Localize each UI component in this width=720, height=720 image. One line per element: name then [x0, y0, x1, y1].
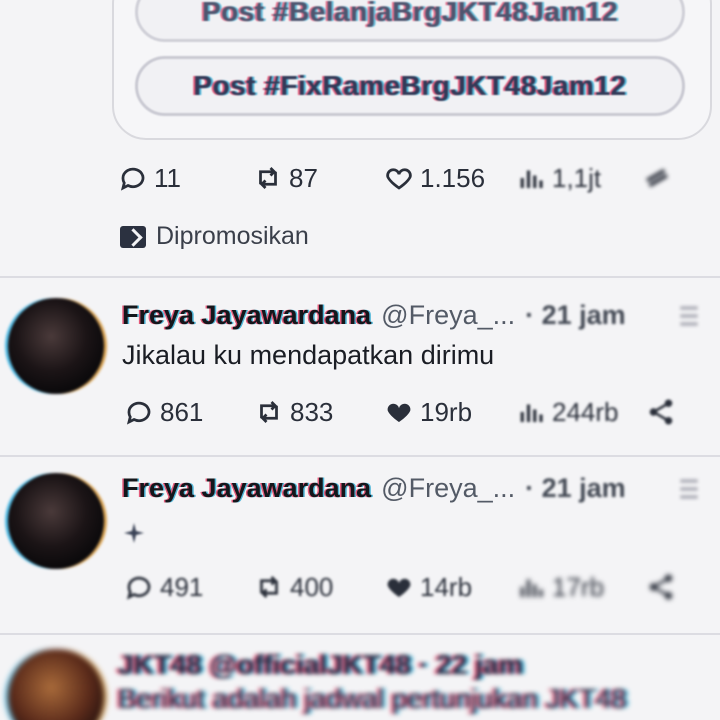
tweet-text: Jikalau ku mendapatkan dirimu	[122, 340, 495, 370]
repost-icon	[260, 576, 278, 598]
promoted-row: Dipromosikan	[120, 222, 309, 251]
views-icon	[520, 170, 543, 188]
display-name[interactable]: Freya Jayawardana	[122, 473, 371, 504]
reply-count: 491	[160, 571, 204, 602]
reply-button[interactable]: 491	[124, 572, 203, 603]
like-button[interactable]: 19rb	[384, 397, 472, 428]
views-icon	[520, 404, 543, 422]
timeline-feed: Post #BelanjaBrgJKT48Jam12 Post #FixRame…	[0, 0, 720, 720]
reply-button[interactable]: 11	[118, 163, 181, 194]
views-count: 244rb	[552, 396, 619, 427]
tweet-header: Freya Jayawardana @Freya_... · 21 jam	[122, 473, 626, 504]
reply-icon	[126, 401, 151, 425]
like-count: 1.156	[420, 162, 486, 193]
repost-button[interactable]: 87	[253, 163, 318, 194]
views-count: 17rb	[552, 571, 605, 602]
emoji-sparkle-icon	[122, 519, 146, 547]
tweet[interactable]: JKT48 @officialJKT48 · 22 jam Berikut ad…	[0, 635, 720, 720]
avatar[interactable]	[8, 649, 104, 720]
views-button[interactable]: 17rb	[516, 572, 604, 603]
promoted-icon	[120, 225, 146, 248]
tweet-time[interactable]: · 21 jam	[525, 473, 626, 504]
tweet-header: JKT48 @officialJKT48 · 22 jam	[118, 649, 524, 680]
tweet-action-bar: 861 833 19rb 244rb	[118, 392, 708, 432]
repost-count: 833	[290, 396, 334, 427]
more-options-icon[interactable]	[680, 479, 698, 499]
promoted-label: Dipromosikan	[156, 222, 309, 250]
reply-icon	[126, 576, 151, 600]
views-button[interactable]: 244rb	[516, 397, 619, 428]
avatar[interactable]	[8, 473, 104, 569]
tweet[interactable]: Freya Jayawardana @Freya_... · 21 jam Ji…	[0, 278, 720, 453]
user-handle[interactable]: @Freya_...	[381, 473, 515, 504]
repost-button[interactable]: 400	[254, 572, 333, 603]
views-button[interactable]: 1,1jt	[516, 163, 601, 194]
repost-icon	[259, 167, 277, 189]
tweet-action-bar: 491 400 14rb 17rb	[118, 567, 708, 607]
tweet-text: Berikut adalah jadwal pertunjukan JKT48	[118, 683, 627, 714]
reply-button[interactable]: 861	[124, 397, 203, 428]
like-count: 19rb	[420, 396, 473, 427]
more-options-icon[interactable]	[680, 306, 698, 326]
share-button[interactable]	[646, 572, 676, 602]
heart-filled-icon	[387, 578, 411, 597]
share-icon	[646, 168, 668, 188]
tweet[interactable]: Freya Jayawardana @Freya_... · 21 jam 49…	[0, 457, 720, 632]
share-button[interactable]	[642, 163, 672, 193]
like-button[interactable]: 14rb	[384, 572, 472, 603]
reply-icon	[120, 167, 145, 191]
heart-filled-icon	[387, 403, 411, 422]
like-count: 14rb	[420, 571, 473, 602]
display-name[interactable]: Freya Jayawardana	[122, 300, 371, 331]
tweet-time[interactable]: · 21 jam	[525, 300, 626, 331]
repost-icon	[260, 401, 278, 423]
views-count: 1,1jt	[552, 162, 602, 193]
repost-count: 400	[290, 571, 334, 602]
promoted-action-bar: 11 87 1.156 1,1jt	[118, 158, 708, 198]
share-icon	[649, 574, 673, 600]
reply-count: 11	[154, 162, 181, 193]
views-icon	[520, 579, 543, 597]
repost-button[interactable]: 833	[254, 397, 333, 428]
heart-icon	[386, 168, 412, 190]
share-icon	[649, 399, 673, 425]
tweet-header: Freya Jayawardana @Freya_... · 21 jam	[122, 300, 626, 331]
user-handle[interactable]: @Freya_...	[381, 300, 515, 331]
like-button[interactable]: 1.156	[384, 163, 485, 194]
share-button[interactable]	[646, 397, 676, 427]
repost-count: 87	[289, 162, 318, 193]
reply-count: 861	[160, 396, 204, 427]
hashtag-pill-button[interactable]: Post #FixRameBrgJKT48Jam12	[135, 56, 685, 116]
hashtag-pill-button[interactable]: Post #BelanjaBrgJKT48Jam12	[135, 0, 685, 42]
avatar[interactable]	[8, 298, 104, 394]
